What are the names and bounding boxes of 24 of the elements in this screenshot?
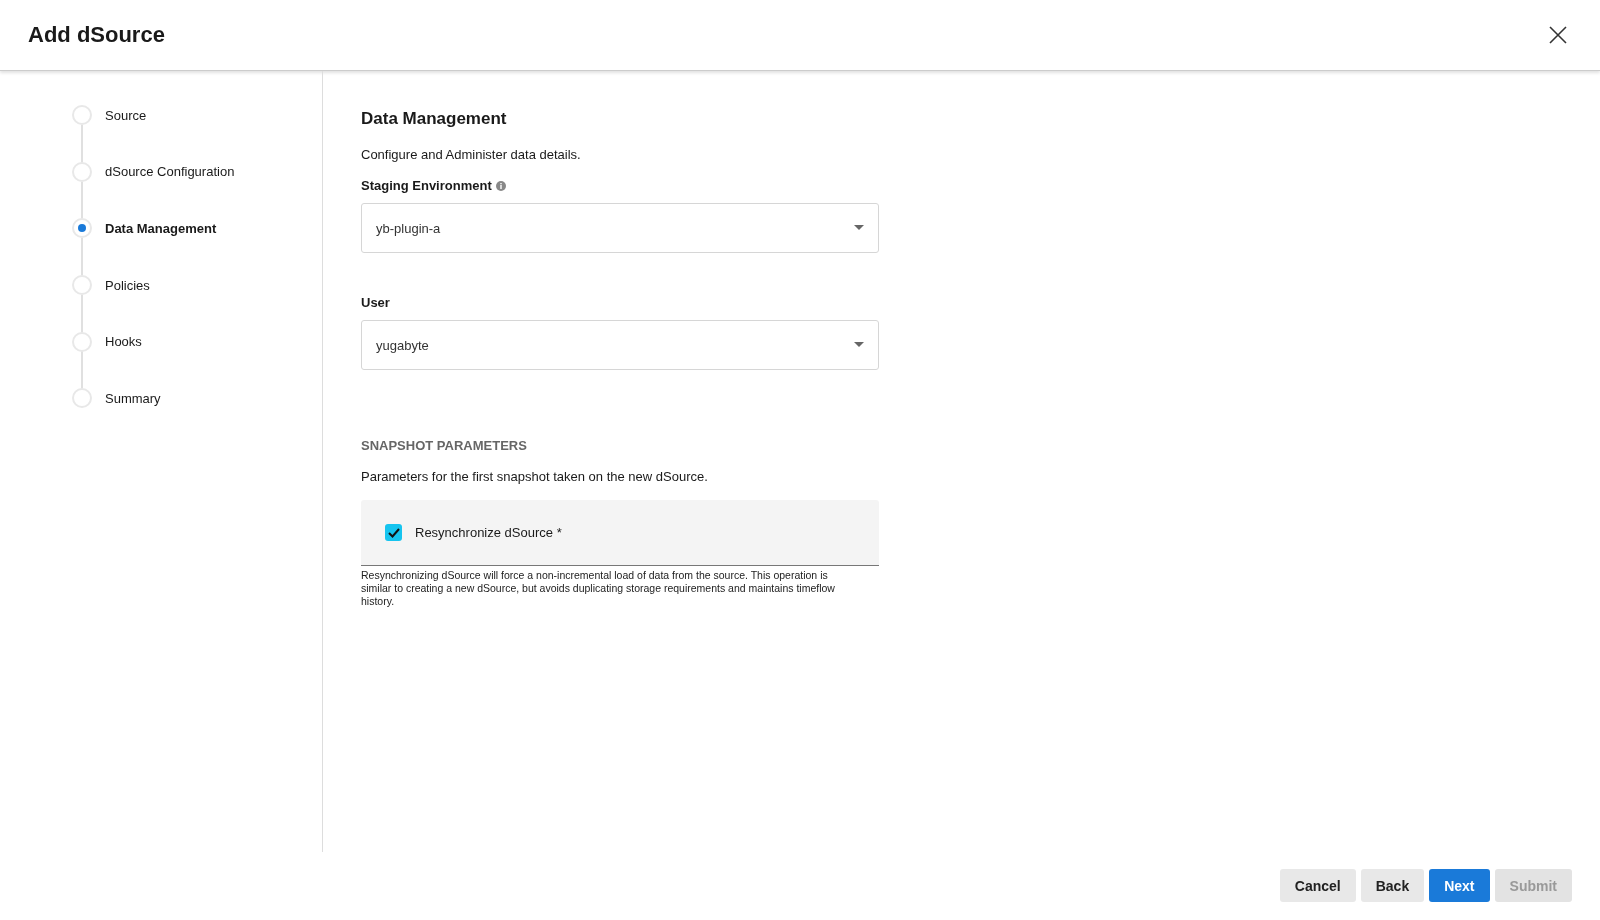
- field-label: User: [361, 295, 390, 310]
- dialog-title: Add dSource: [28, 22, 165, 48]
- section-title: Data Management: [361, 109, 508, 129]
- step-label[interactable]: Summary: [105, 390, 161, 406]
- step-label[interactable]: Hooks: [105, 334, 142, 350]
- footer-button[interactable]: Back: [1360, 869, 1425, 902]
- snapshot-description: Parameters for the first snapshot taken on the new dSource.: [361, 469, 709, 484]
- footer-button[interactable]: Next: [1429, 869, 1490, 902]
- caret-icon: [854, 225, 864, 231]
- checkbox-label: Resynchronize dSource *: [415, 525, 562, 540]
- footer-button[interactable]: Cancel: [1279, 869, 1356, 902]
- section-heading: SNAPSHOT PARAMETERS: [361, 438, 528, 453]
- help-text: Resynchronizing dSource will force a non-incremental load of data from the source. This operation is similar to creating a new dSource, but avoids duplicating storage requirements and maintains timeflow history.: [361, 569, 836, 608]
- info-icon: [495, 180, 506, 191]
- step-label[interactable]: Source: [105, 107, 147, 123]
- select-field[interactable]: yb-plugin-a: [361, 203, 879, 253]
- checkbox[interactable]: [385, 524, 402, 541]
- step-label[interactable]: Data Management: [105, 221, 217, 236]
- field-label: Staging Environment: [361, 178, 492, 193]
- select-field[interactable]: yugabyte: [361, 320, 879, 370]
- step-label[interactable]: Policies: [105, 277, 150, 293]
- step-label[interactable]: dSource Configuration: [105, 164, 235, 180]
- caret-icon: [854, 342, 864, 348]
- section-description: Configure and Administer data details.: [361, 147, 582, 162]
